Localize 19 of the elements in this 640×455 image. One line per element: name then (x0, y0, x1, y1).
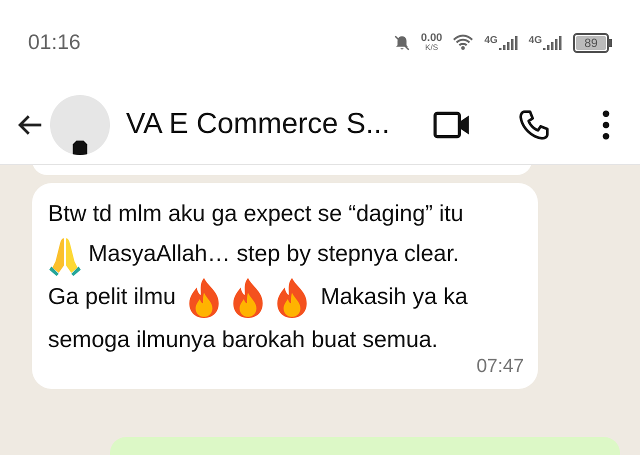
phone-icon (518, 108, 550, 140)
message-text: Btw td mlm aku ga expect se “daging” itu MasyaAllah… step by stepnya clear. Ga pelit ilmu Makasih ya ka semoga ilmunya barokah buat semua. (48, 199, 469, 354)
battery-level: 89 (576, 36, 606, 50)
message-time: 07:47 (476, 354, 524, 379)
wifi-icon (452, 34, 474, 51)
muted-bell-icon (392, 34, 411, 52)
fire-emoji-icon (231, 276, 266, 319)
fire-emoji-icon (187, 276, 222, 319)
speed-value: 0.00 (420, 33, 442, 44)
more-options-icon (602, 110, 610, 140)
network-type: 4G (528, 36, 542, 46)
speed-unit: K/S (425, 44, 438, 52)
fire-emoji-icon (275, 276, 310, 319)
status-time: 01:16 (28, 30, 81, 56)
contact-name[interactable]: VA E Commerce S... (126, 102, 432, 146)
signal-icon (543, 36, 563, 50)
network-type: 4G (484, 36, 498, 46)
signal-icon (498, 36, 519, 50)
video-camera-icon (433, 110, 471, 138)
